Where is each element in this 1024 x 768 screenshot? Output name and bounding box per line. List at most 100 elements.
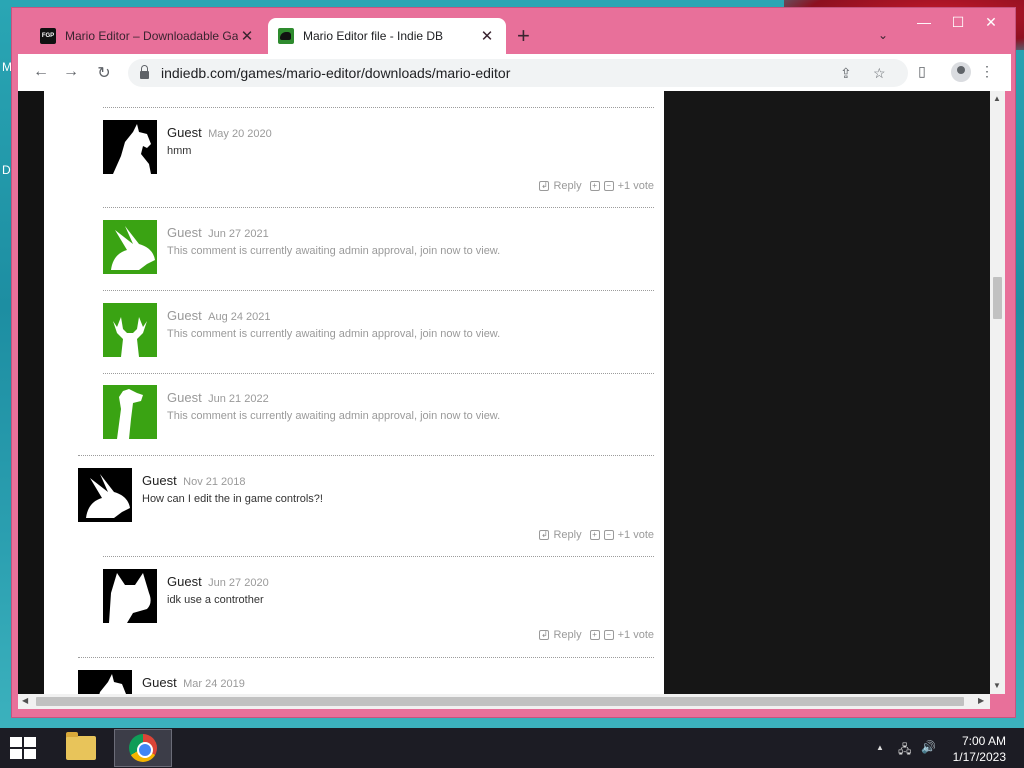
comment-text: This comment is currently awaiting admin… (167, 328, 501, 340)
address-bar[interactable]: indiedb.com/games/mario-editor/downloads… (128, 59, 908, 87)
downvote-icon[interactable]: − (603, 530, 614, 540)
comment-date: Mar 24 2019 (183, 678, 245, 690)
file-explorer-taskbar-button[interactable] (52, 729, 110, 767)
downvote-icon[interactable]: − (603, 181, 614, 191)
comment-separator (103, 556, 654, 557)
comment-author[interactable]: Guest (167, 125, 202, 140)
scroll-down-arrow-icon[interactable]: ▼ (993, 681, 1001, 690)
rabbit-avatar-icon (103, 220, 157, 274)
comment-item: Guest Jun 27 2020 idk use a controther ↲… (103, 569, 654, 649)
comment-actions: ↲ Reply + − +1 vote (539, 529, 654, 541)
vote-count: +1 vote (617, 629, 654, 641)
comment-item: Guest Aug 24 2021 This comment is curren… (103, 303, 654, 363)
desktop-icon-label: D (2, 163, 11, 177)
comment-date: Jun 27 2021 (208, 228, 269, 240)
comment-item: Guest Jun 27 2021 This comment is curren… (103, 220, 654, 280)
lock-icon (140, 65, 149, 79)
chrome-icon (129, 734, 157, 762)
comment-author[interactable]: Guest (167, 574, 202, 589)
chrome-taskbar-button[interactable] (114, 729, 172, 767)
unicorn-avatar-icon (78, 670, 132, 694)
comment-separator (103, 107, 654, 108)
upvote-icon[interactable]: + (589, 181, 600, 191)
comment-item: Guest Jun 21 2022 This comment is curren… (103, 385, 654, 445)
reply-link[interactable]: Reply (553, 529, 581, 541)
comment-date: May 20 2020 (208, 128, 272, 140)
horizontal-scrollbar[interactable]: ◀ ▶ (18, 694, 990, 709)
close-window-button[interactable]: ✕ (974, 14, 1008, 31)
rabbit-avatar-icon (78, 468, 132, 522)
downvote-icon[interactable]: − (603, 630, 614, 640)
vote-count: +1 vote (617, 529, 654, 541)
horizontal-scroll-thumb[interactable] (36, 697, 964, 706)
reload-icon[interactable]: ↻ (93, 63, 115, 83)
reply-icon: ↲ (539, 181, 550, 191)
maximize-button[interactable]: ☐ (941, 14, 975, 31)
clock-time: 7:00 AM (961, 734, 1006, 748)
tray-overflow-chevron-icon[interactable]: ▲ (876, 743, 884, 752)
comment-author[interactable]: Guest (167, 390, 202, 405)
scroll-left-arrow-icon[interactable]: ◀ (22, 696, 28, 705)
forward-arrow-icon[interactable]: → (60, 63, 82, 81)
comment-author[interactable]: Guest (142, 473, 177, 488)
close-tab-icon[interactable]: ✕ (478, 27, 496, 45)
comment-actions: ↲ Reply + − +1 vote (539, 180, 654, 192)
comment-date: Aug 24 2021 (208, 311, 271, 323)
minimize-button[interactable]: — (907, 14, 941, 30)
vertical-scroll-thumb[interactable] (993, 277, 1002, 319)
comment-author[interactable]: Guest (167, 308, 202, 323)
clock-date: 1/17/2023 (952, 750, 1006, 764)
comment-text: hmm (167, 145, 192, 157)
tab-title: Mario Editor – Downloadable Ga (65, 29, 238, 43)
comment-text: This comment is currently awaiting admin… (167, 245, 501, 257)
bookmark-star-icon[interactable]: ☆ (873, 65, 886, 82)
url-text[interactable]: indiedb.com/games/mario-editor/downloads… (161, 65, 510, 81)
tab-strip: FGP Mario Editor – Downloadable Ga ✕ Mar… (12, 8, 1015, 54)
comment-date: Nov 21 2018 (183, 476, 246, 488)
cat-avatar-icon (103, 569, 157, 623)
profile-avatar-icon[interactable] (951, 62, 971, 82)
comment-author[interactable]: Guest (142, 675, 177, 690)
new-tab-button[interactable]: + (517, 25, 530, 47)
comment-item: Guest May 20 2020 hmm ↲ Reply + − +1 vote (103, 120, 654, 200)
share-icon[interactable]: ⇪ (840, 65, 852, 82)
unicorn-avatar-icon (103, 120, 157, 174)
side-panel-icon[interactable]: ▯ (911, 63, 933, 80)
comment-author[interactable]: Guest (167, 225, 202, 240)
menu-kebab-icon[interactable]: ⋮ (976, 63, 998, 80)
comments-section: Guest May 20 2020 hmm ↲ Reply + − +1 vote… (44, 91, 664, 694)
tab-search-chevron-icon[interactable]: ⌄ (878, 28, 888, 42)
system-clock[interactable]: 7:00 AM 1/17/2023 (953, 733, 1006, 765)
comment-separator (103, 290, 654, 291)
fgp-favicon-icon: FGP (40, 28, 56, 44)
comment-date: Jun 27 2020 (208, 577, 269, 589)
comment-item: Guest Mar 24 2019 (78, 670, 654, 694)
network-icon[interactable]: 🖧 (898, 740, 911, 761)
page-left-margin (18, 91, 44, 694)
right-sidebar (664, 91, 1004, 694)
reply-link[interactable]: Reply (553, 629, 581, 641)
comment-separator (78, 657, 654, 658)
vertical-scrollbar[interactable]: ▲ ▼ (990, 91, 1005, 694)
back-arrow-icon[interactable]: ← (30, 63, 52, 81)
comment-text: idk use a controther (167, 594, 264, 606)
scroll-up-arrow-icon[interactable]: ▲ (993, 94, 1001, 103)
upvote-icon[interactable]: + (589, 530, 600, 540)
deer-avatar-icon (103, 303, 157, 357)
tab-title: Mario Editor file - Indie DB (303, 29, 444, 43)
comment-date: Jun 21 2022 (208, 393, 269, 405)
close-tab-icon[interactable]: ✕ (238, 27, 256, 45)
windows-start-icon[interactable] (10, 737, 38, 759)
giraffe-avatar-icon (103, 385, 157, 439)
tab-mario-editor-downloadable[interactable]: FGP Mario Editor – Downloadable Ga ✕ (30, 18, 266, 54)
comment-text: How can I edit the in game controls?! (142, 493, 323, 505)
reply-icon: ↲ (539, 530, 550, 540)
scroll-right-arrow-icon[interactable]: ▶ (978, 696, 984, 705)
comment-item: Guest Nov 21 2018 How can I edit the in … (78, 468, 654, 548)
tab-mario-editor-indiedb[interactable]: Mario Editor file - Indie DB ✕ (268, 18, 506, 54)
indiedb-favicon-icon (278, 28, 294, 44)
upvote-icon[interactable]: + (589, 630, 600, 640)
volume-icon[interactable]: 🔊 (921, 740, 936, 754)
reply-link[interactable]: Reply (553, 180, 581, 192)
comment-separator (103, 373, 654, 374)
